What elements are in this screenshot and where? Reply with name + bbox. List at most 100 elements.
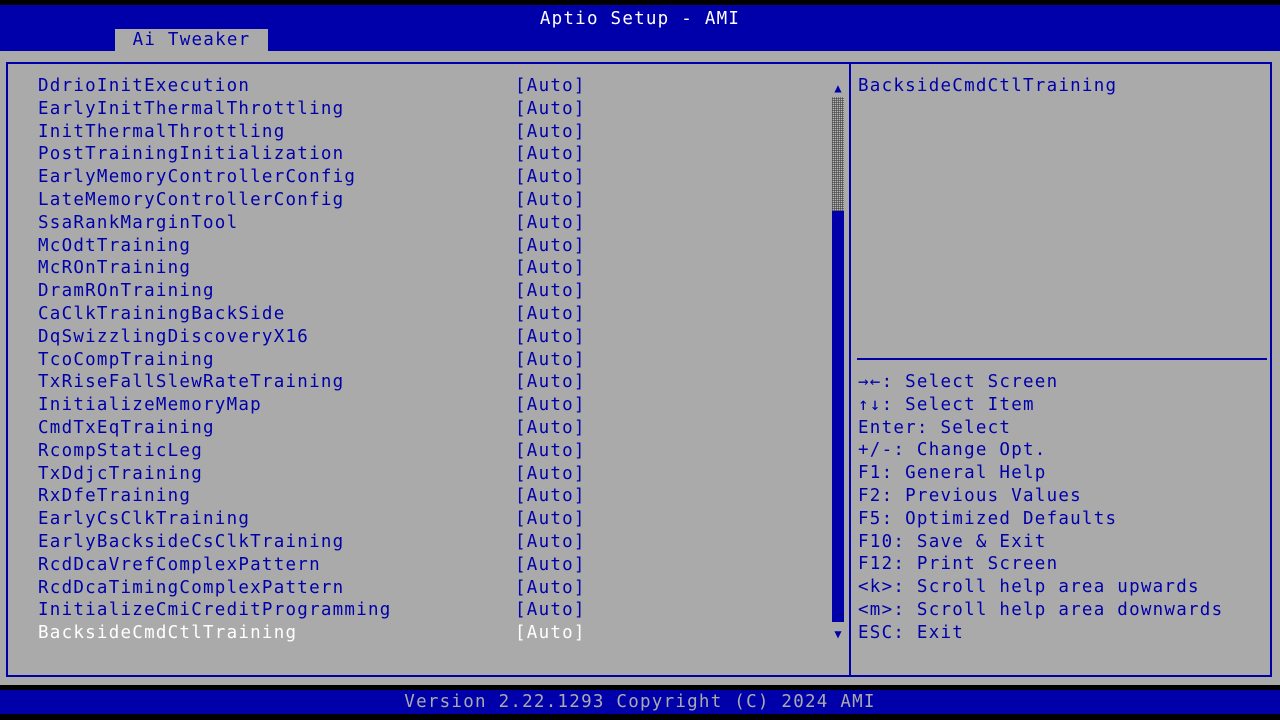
setting-value[interactable]: [Auto] [515, 257, 586, 280]
key-hint: F10: Save & Exit [858, 531, 1047, 552]
help-title: BacksideCmdCtlTraining [858, 76, 1118, 96]
setting-name: EarlyMemoryControllerConfig [38, 167, 357, 188]
setting-row[interactable]: RcdDcaVrefComplexPattern [Auto] [38, 554, 828, 577]
footer-version: Version 2.22.1293 Copyright (C) 2024 AMI [0, 690, 1280, 714]
scroll-down-arrow-icon[interactable]: ▼ [831, 627, 845, 641]
key-hint: <k>: Scroll help area upwards [858, 577, 1200, 598]
setting-value[interactable]: [Auto] [515, 75, 586, 98]
setting-name: InitializeCmiCreditProgramming [38, 600, 392, 621]
setting-name: PostTrainingInitialization [38, 144, 345, 165]
setting-row[interactable]: InitializeMemoryMap [Auto] [38, 394, 828, 417]
key-hint: <m>: Scroll help area downwards [858, 599, 1224, 620]
title-bar: Aptio Setup - AMI Ai Tweaker [0, 5, 1280, 51]
setting-row[interactable]: McROnTraining [Auto] [38, 257, 828, 280]
setting-value[interactable]: [Auto] [515, 121, 586, 144]
setting-value[interactable]: [Auto] [515, 622, 586, 645]
setting-value[interactable]: [Auto] [515, 371, 586, 394]
setting-value[interactable]: [Auto] [515, 326, 586, 349]
app-title: Aptio Setup - AMI [539, 9, 741, 29]
setting-name: EarlyBacksideCsClkTraining [38, 531, 345, 552]
setting-value[interactable]: [Auto] [515, 235, 586, 258]
setting-name: CmdTxEqTraining [38, 417, 215, 438]
setting-row[interactable]: DdrioInitExecution [Auto] [38, 75, 828, 98]
setting-value[interactable]: [Auto] [515, 440, 586, 463]
setting-value[interactable]: [Auto] [515, 508, 586, 531]
setting-name: RcdDcaVrefComplexPattern [38, 554, 321, 575]
setting-name: TcoCompTraining [38, 349, 215, 370]
setting-value[interactable]: [Auto] [515, 98, 586, 121]
setting-value[interactable]: [Auto] [515, 599, 586, 622]
setting-name: SsaRankMarginTool [38, 212, 239, 233]
key-hint: F1: General Help [858, 463, 1047, 484]
setting-row[interactable]: DqSwizzlingDiscoveryX16 [Auto] [38, 326, 828, 349]
key-hint: F5: Optimized Defaults [858, 508, 1118, 529]
setting-row[interactable]: TxRiseFallSlewRateTraining [Auto] [38, 371, 828, 394]
setting-name: RxDfeTraining [38, 486, 192, 507]
setting-value[interactable]: [Auto] [515, 463, 586, 486]
scroll-up-arrow-icon[interactable]: ▲ [831, 81, 845, 95]
key-legend: →←: Select Screen ↑↓: Select Item Enter: S… [858, 371, 1223, 645]
setting-value[interactable]: [Auto] [515, 166, 586, 189]
setting-row[interactable]: DramROnTraining [Auto] [38, 280, 828, 303]
setting-name: DqSwizzlingDiscoveryX16 [38, 326, 310, 347]
key-hint: F2: Previous Values [858, 485, 1082, 506]
setting-value[interactable]: [Auto] [515, 280, 586, 303]
setting-value[interactable]: [Auto] [515, 417, 586, 440]
settings-list: DdrioInitExecution [Auto] EarlyInitThermal… [38, 75, 828, 645]
setting-name: DramROnTraining [38, 281, 215, 302]
setting-value[interactable]: [Auto] [515, 531, 586, 554]
setting-name: LateMemoryControllerConfig [38, 189, 345, 210]
setting-name: CaClkTrainingBackSide [38, 303, 286, 324]
setting-row[interactable]: LateMemoryControllerConfig [Auto] [38, 189, 828, 212]
setting-row[interactable]: EarlyInitThermalThrottling [Auto] [38, 98, 828, 121]
setting-row[interactable]: InitThermalThrottling [Auto] [38, 121, 828, 144]
setting-value[interactable]: [Auto] [515, 577, 586, 600]
setting-row[interactable]: InitializeCmiCreditProgramming [Auto] [38, 599, 828, 622]
setting-value[interactable]: [Auto] [515, 349, 586, 372]
scrollbar-thumb[interactable] [832, 97, 844, 211]
setting-row[interactable]: CmdTxEqTraining [Auto] [38, 417, 828, 440]
setting-row[interactable]: RcompStaticLeg [Auto] [38, 440, 828, 463]
setting-row[interactable]: CaClkTrainingBackSide [Auto] [38, 303, 828, 326]
setting-value[interactable]: [Auto] [515, 485, 586, 508]
panel-divider [849, 62, 851, 677]
setting-name: RcdDcaTimingComplexPattern [38, 577, 345, 598]
setting-row[interactable]: TcoCompTraining [Auto] [38, 349, 828, 372]
setting-name: RcompStaticLeg [38, 440, 204, 461]
setting-value[interactable]: [Auto] [515, 212, 586, 235]
setting-name: BacksideCmdCtlTraining [38, 623, 298, 644]
setting-row[interactable]: TxDdjcTraining [Auto] [38, 463, 828, 486]
main-panel: DdrioInitExecution [Auto] EarlyInitThermal… [0, 51, 1280, 685]
setting-name: DdrioInitExecution [38, 76, 251, 96]
setting-row[interactable]: EarlyMemoryControllerConfig [Auto] [38, 166, 828, 189]
setting-name: EarlyInitThermalThrottling [38, 98, 345, 119]
setting-name: EarlyCsClkTraining [38, 509, 251, 530]
setting-value[interactable]: [Auto] [515, 394, 586, 417]
setting-row[interactable]: BacksideCmdCtlTraining [Auto] [38, 622, 828, 645]
setting-row[interactable]: EarlyBacksideCsClkTraining [Auto] [38, 531, 828, 554]
setting-name: InitThermalThrottling [38, 121, 286, 142]
setting-value[interactable]: [Auto] [515, 143, 586, 166]
setting-row[interactable]: RcdDcaTimingComplexPattern [Auto] [38, 577, 828, 600]
setting-row[interactable]: SsaRankMarginTool [Auto] [38, 212, 828, 235]
help-divider [857, 358, 1267, 360]
key-hint: ESC: Exit [858, 622, 965, 643]
setting-name: McOdtTraining [38, 235, 192, 256]
key-hint: F12: Print Screen [858, 554, 1059, 575]
setting-value[interactable]: [Auto] [515, 189, 586, 212]
setting-row[interactable]: EarlyCsClkTraining [Auto] [38, 508, 828, 531]
key-hint: ↑↓: Select Item [858, 394, 1035, 415]
setting-row[interactable]: PostTrainingInitialization [Auto] [38, 143, 828, 166]
key-hint: Enter: Select [858, 417, 1012, 438]
key-hint: +/-: Change Opt. [858, 440, 1047, 461]
setting-name: TxDdjcTraining [38, 463, 204, 484]
setting-row[interactable]: McOdtTraining [Auto] [38, 235, 828, 258]
key-hint: →←: Select Screen [858, 372, 1059, 392]
tab-ai-tweaker[interactable]: Ai Tweaker [115, 29, 268, 51]
setting-value[interactable]: [Auto] [515, 554, 586, 577]
setting-name: McROnTraining [38, 258, 192, 279]
setting-value[interactable]: [Auto] [515, 303, 586, 326]
setting-name: InitializeMemoryMap [38, 395, 262, 416]
setting-row[interactable]: RxDfeTraining [Auto] [38, 485, 828, 508]
setting-name: TxRiseFallSlewRateTraining [38, 372, 345, 393]
